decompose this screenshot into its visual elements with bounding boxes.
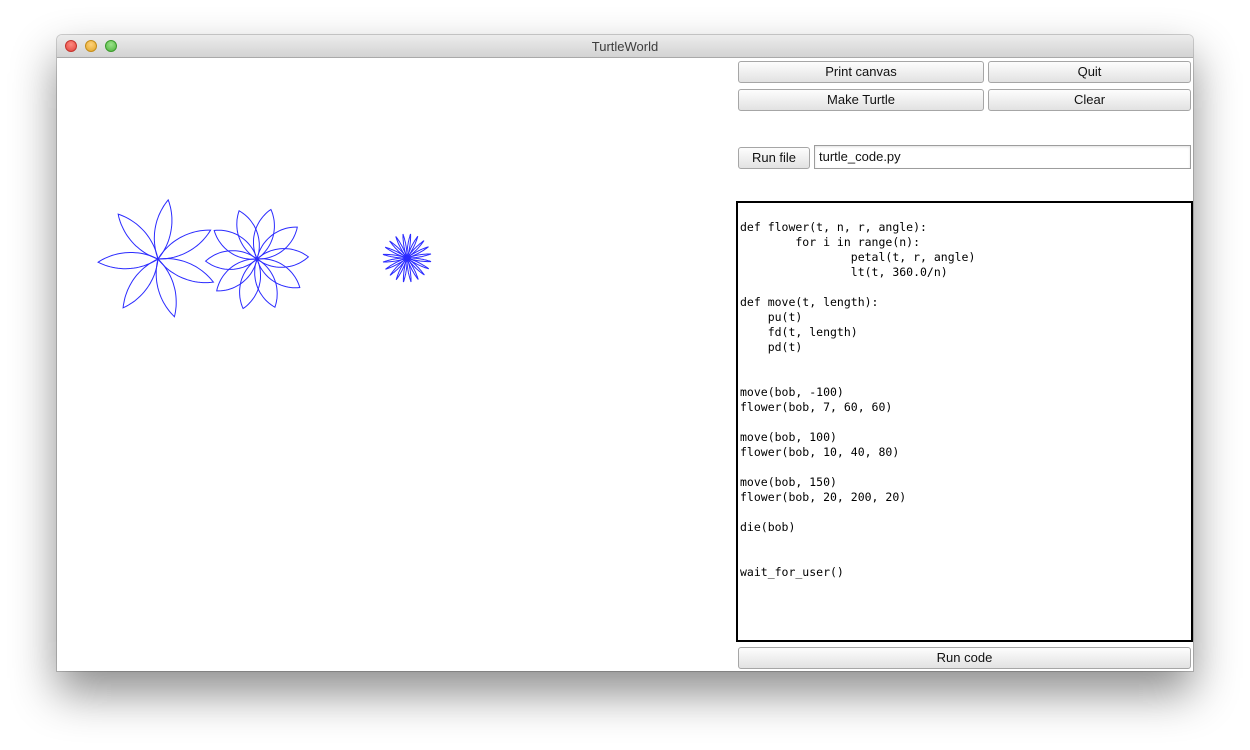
petal-stroke <box>153 198 173 260</box>
petal-stroke <box>239 258 261 310</box>
clear-button[interactable]: Clear <box>988 89 1191 111</box>
petal-stroke <box>157 257 215 284</box>
run-code-button[interactable]: Run code <box>738 647 1191 669</box>
petal-stroke <box>97 252 159 270</box>
turtleworld-window: TurtleWorld Print canvas Quit Make Turtl… <box>57 35 1193 671</box>
flower-20-petals <box>382 233 432 283</box>
print-canvas-button[interactable]: Print canvas <box>738 61 984 83</box>
turtle-canvas[interactable] <box>57 58 735 671</box>
petal-stroke <box>117 213 159 260</box>
code-editor[interactable]: def flower(t, n, r, angle): for i in ran… <box>736 201 1193 642</box>
run-file-button[interactable]: Run file <box>738 147 810 169</box>
filename-input[interactable]: turtle_code.py <box>814 145 1191 169</box>
flower-10-petals <box>204 208 310 310</box>
make-turtle-button[interactable]: Make Turtle <box>738 89 984 111</box>
petal-stroke <box>253 208 275 260</box>
window-title: TurtleWorld <box>591 39 659 54</box>
quit-button[interactable]: Quit <box>988 61 1191 83</box>
petal-stroke <box>157 229 212 260</box>
title-bar[interactable]: TurtleWorld <box>57 35 1193 58</box>
flower-7-petals <box>97 198 215 318</box>
turtle-drawing <box>97 198 432 318</box>
